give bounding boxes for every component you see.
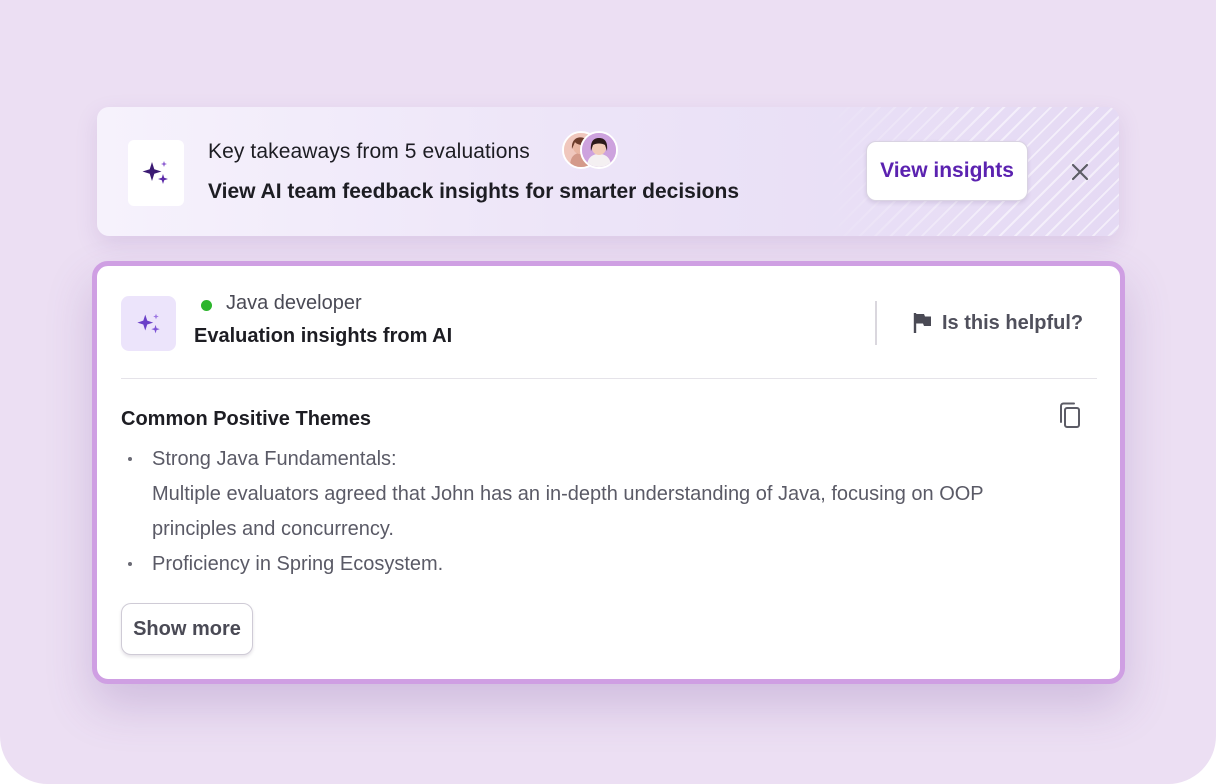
feedback-helpful-button[interactable]: Is this helpful? [913, 310, 1083, 336]
card-sparkles-icon [121, 296, 176, 351]
helpful-label: Is this helpful? [942, 311, 1084, 334]
close-icon[interactable] [1070, 162, 1090, 182]
list-item-heading: Strong Java Fundamentals: [152, 448, 397, 470]
close-banner-button[interactable] [1065, 157, 1095, 187]
banner-subtitle: View AI team feedback insights for smart… [208, 180, 740, 203]
flag-icon [913, 313, 931, 333]
copy-icon[interactable] [1058, 402, 1082, 430]
evaluator-avatars [562, 131, 618, 169]
page-background: Key takeaways from 5 evaluations View AI… [0, 0, 1216, 784]
bullet-dot [128, 457, 132, 461]
list-item: Strong Java Fundamentals: Multiple evalu… [127, 442, 1077, 547]
banner-sparkles-icon [128, 140, 184, 206]
list-item-detail-line: Multiple evaluators agreed that John has… [152, 483, 984, 505]
themes-list: Strong Java Fundamentals: Multiple evalu… [127, 442, 1077, 582]
person-avatar-icon [582, 133, 616, 167]
header-divider [875, 301, 877, 345]
avatar [580, 131, 618, 169]
evaluation-insights-card: Java developer Evaluation insights from … [92, 261, 1125, 684]
bullet-dot [128, 562, 132, 566]
sparkles-icon [136, 313, 160, 333]
sparkles-icon [142, 161, 168, 184]
role-label: Java developer [226, 292, 362, 314]
copy-button[interactable] [1055, 400, 1085, 432]
card-title: Evaluation insights from AI [194, 325, 453, 347]
list-item: Proficiency in Spring Ecosystem. [127, 547, 1077, 582]
show-more-button[interactable]: Show more [121, 603, 253, 655]
online-status-dot [201, 300, 212, 311]
insights-banner: Key takeaways from 5 evaluations View AI… [97, 107, 1119, 236]
section-divider [121, 378, 1097, 379]
list-item-heading: Proficiency in Spring Ecosystem. [152, 553, 444, 575]
view-insights-button[interactable]: View insights [866, 141, 1028, 201]
list-item-detail-line: principles and concurrency. [152, 518, 394, 540]
banner-title: Key takeaways from 5 evaluations [208, 140, 530, 163]
section-title: Common Positive Themes [121, 408, 372, 430]
